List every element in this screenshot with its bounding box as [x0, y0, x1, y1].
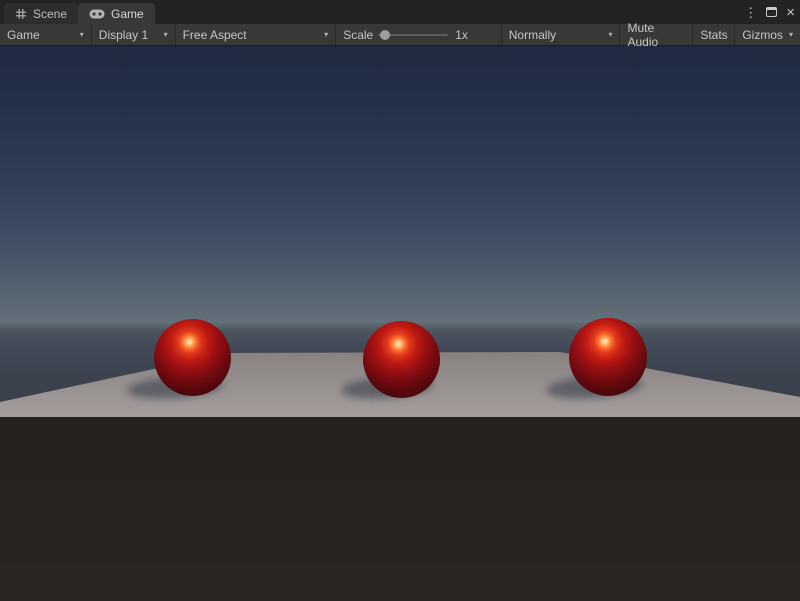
gizmos-dropdown[interactable]: Gizmos ▾	[735, 24, 800, 45]
chevron-down-icon: ▾	[602, 30, 612, 39]
aspect-ratio-dropdown[interactable]: Free Aspect ▾	[176, 24, 337, 45]
scale-label: Scale	[343, 28, 373, 42]
gizmos-label: Gizmos	[742, 28, 783, 42]
chevron-down-icon: ▾	[783, 30, 793, 39]
chevron-down-icon: ▾	[318, 30, 328, 39]
stats-label: Stats	[700, 28, 727, 42]
chevron-down-icon: ▾	[74, 30, 84, 39]
scale-value: 1x	[453, 28, 468, 42]
aspect-ratio-label: Free Aspect	[183, 28, 247, 42]
slider-knob[interactable]	[380, 30, 390, 40]
tab-scene-label: Scene	[33, 7, 67, 21]
tab-scene[interactable]: Scene	[4, 3, 78, 24]
display-target-dropdown[interactable]: Display 1 ▾	[92, 24, 176, 45]
tab-game-label: Game	[111, 7, 144, 21]
red-sphere-left	[154, 319, 231, 396]
mute-audio-label: Mute Audio	[627, 21, 685, 49]
stats-button[interactable]: Stats	[693, 24, 735, 45]
red-sphere-right	[569, 318, 647, 396]
scale-control: Scale 1x	[336, 24, 502, 45]
maximize-icon[interactable]	[766, 7, 777, 17]
grid-icon	[15, 8, 27, 20]
foreground-ground	[0, 417, 800, 601]
tab-game[interactable]: Game	[78, 3, 155, 24]
scale-slider[interactable]	[378, 24, 448, 45]
display-target-label: Display 1	[99, 28, 148, 42]
close-icon[interactable]: ×	[786, 5, 795, 20]
game-view-toolbar: Game ▾ Display 1 ▾ Free Aspect ▾ Scale 1…	[0, 24, 800, 46]
mute-audio-button[interactable]: Mute Audio	[620, 24, 693, 45]
gamepad-icon	[89, 9, 105, 19]
window-controls: ⋮ ×	[744, 0, 795, 24]
display-mode-label: Game	[7, 28, 40, 42]
menu-kebab-icon[interactable]: ⋮	[744, 6, 757, 19]
play-mode-dropdown[interactable]: Normally ▾	[502, 24, 621, 45]
chevron-down-icon: ▾	[158, 30, 168, 39]
red-sphere-center	[363, 321, 440, 398]
game-render-viewport[interactable]	[0, 46, 800, 601]
game-view-panel: Scene Game ⋮ × Game ▾ Display 1 ▾ Free A…	[0, 0, 800, 601]
play-mode-label: Normally	[509, 28, 556, 42]
display-mode-dropdown[interactable]: Game ▾	[0, 24, 92, 45]
